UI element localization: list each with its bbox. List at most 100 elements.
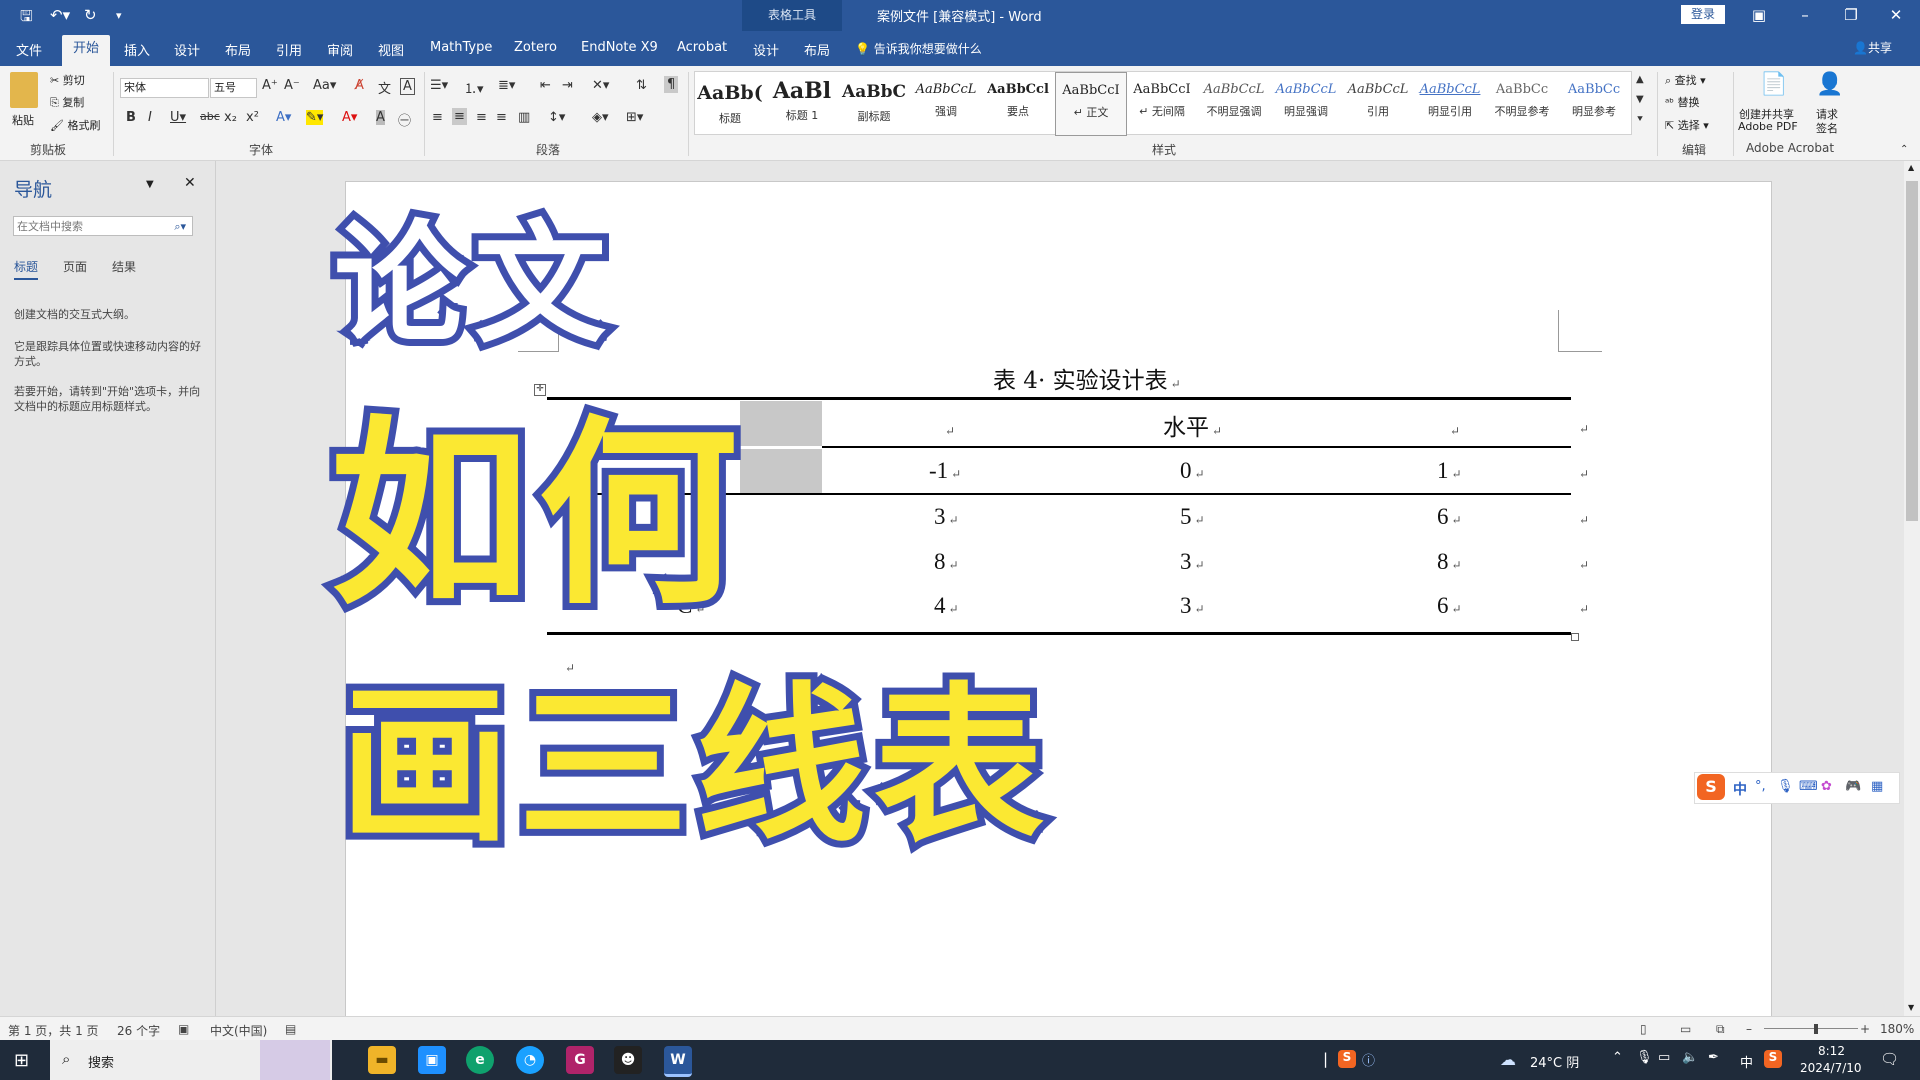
ime-toolbar[interactable]: S 中 °, 🎙 ⌨ ✿ 🎮 ▦: [1694, 772, 1900, 804]
enclose-char-icon[interactable]: ㊀: [398, 110, 411, 129]
undo-icon[interactable]: ↶▾: [50, 6, 70, 24]
char-shading-icon[interactable]: A: [376, 110, 385, 125]
tab-review[interactable]: 审阅: [327, 40, 353, 59]
nav-tab-headings[interactable]: 标题: [14, 258, 39, 280]
replace-button[interactable]: ᵃᵇ 替换: [1665, 94, 1700, 110]
read-mode-icon[interactable]: ▯: [1640, 1022, 1647, 1036]
tab-view[interactable]: 视图: [378, 40, 404, 59]
paste-icon[interactable]: [10, 72, 38, 108]
volume-icon[interactable]: 🔈: [1682, 1050, 1698, 1065]
page-count[interactable]: 第 1 页，共 1 页: [8, 1022, 99, 1039]
ribbon-display-icon[interactable]: ▣: [1739, 3, 1779, 27]
table-cell[interactable]: 1 ↵: [1437, 458, 1462, 484]
help-tray-icon[interactable]: ⓘ: [1362, 1050, 1375, 1069]
scroll-thumb[interactable]: [1906, 181, 1918, 521]
align-left-icon[interactable]: ≡: [432, 110, 443, 125]
scroll-down-icon[interactable]: ▼: [1636, 94, 1644, 105]
table-cell[interactable]: 6 ↵: [1437, 593, 1462, 619]
table-resize-handle-icon[interactable]: [1571, 633, 1579, 641]
table-cell[interactable]: -1 ↵: [929, 458, 961, 484]
table-cell[interactable]: 3 ↵: [934, 504, 959, 530]
clock-date[interactable]: 2024/7/10: [1800, 1061, 1862, 1075]
redo-icon[interactable]: ↻: [84, 6, 97, 24]
style-subtitle[interactable]: AaBbC 副标题: [839, 72, 909, 134]
request-sign-button-line2[interactable]: 签名: [1816, 120, 1838, 136]
login-button[interactable]: 登录: [1681, 5, 1725, 24]
copy-button[interactable]: ⎘ 复制: [50, 94, 84, 110]
align-center-icon[interactable]: ≡: [452, 108, 467, 125]
table-cell[interactable]: 6 ↵: [1437, 504, 1462, 530]
nav-tab-results[interactable]: 结果: [112, 258, 136, 275]
notification-icon[interactable]: 🗨: [1880, 1050, 1899, 1068]
tab-layout[interactable]: 布局: [225, 40, 251, 59]
tab-design[interactable]: 设计: [174, 40, 200, 59]
close-icon[interactable]: ✕: [1876, 3, 1916, 27]
nav-close-icon[interactable]: ✕: [184, 175, 196, 191]
network-icon[interactable]: ▭: [1658, 1050, 1670, 1065]
font-name-combo[interactable]: 宋体: [120, 78, 209, 98]
style-emphasis[interactable]: AaBbCcL 强调: [911, 72, 981, 134]
ime-mode-label[interactable]: 中: [1733, 779, 1747, 799]
word-icon[interactable]: W: [664, 1046, 692, 1077]
style-no-spacing[interactable]: AaBbCcI ↵ 无间隔: [1127, 72, 1197, 134]
ime-tray-label[interactable]: 中: [1740, 1052, 1753, 1071]
tab-insert[interactable]: 插入: [124, 40, 150, 59]
table-cell[interactable]: ↵: [1447, 415, 1460, 441]
tab-mathtype[interactable]: MathType: [430, 40, 492, 55]
style-intense-reference[interactable]: AaBbCc 明显参考: [1559, 72, 1629, 134]
style-title[interactable]: AaBb(标题: [695, 72, 765, 134]
pen-icon[interactable]: ✒: [1708, 1050, 1719, 1065]
clock-time[interactable]: 8:12: [1818, 1044, 1845, 1058]
create-share-pdf-button-line2[interactable]: Adobe PDF: [1738, 120, 1798, 133]
table-cell[interactable]: 8 ↵: [934, 549, 959, 575]
increase-indent-icon[interactable]: ⇥: [562, 78, 573, 93]
skin-icon[interactable]: ✿: [1821, 779, 1832, 794]
table-cell[interactable]: 4 ↵: [934, 593, 959, 619]
collapse-ribbon-icon[interactable]: ⌃: [1900, 144, 1908, 155]
shading-icon[interactable]: ◈▾: [592, 110, 609, 125]
tab-references[interactable]: 引用: [276, 40, 302, 59]
select-button[interactable]: ⇱ 选择 ▾: [1665, 117, 1709, 133]
game-icon[interactable]: 🎮: [1845, 779, 1861, 794]
table-cell[interactable]: 8 ↵: [1437, 549, 1462, 575]
word-count[interactable]: 26 个字: [117, 1022, 160, 1039]
tab-file[interactable]: 文件: [16, 40, 42, 59]
line-spacing-icon[interactable]: ↕▾: [548, 110, 565, 125]
tab-acrobat[interactable]: Acrobat: [677, 40, 727, 55]
bullets-icon[interactable]: ☰▾: [430, 78, 448, 93]
style-quote[interactable]: AaBbCcL 引用: [1343, 72, 1413, 134]
subscript-icon[interactable]: x₂: [224, 110, 237, 125]
maximize-icon[interactable]: ❐: [1831, 3, 1871, 27]
table-cell[interactable]: 0 ↵: [1180, 458, 1205, 484]
qq-icon[interactable]: ☻: [614, 1046, 642, 1074]
sort-icon[interactable]: ⇅: [636, 78, 647, 93]
decrease-indent-icon[interactable]: ⇤: [540, 78, 551, 93]
change-case-icon[interactable]: Aa▾: [313, 78, 336, 93]
font-color-icon[interactable]: A▾: [342, 110, 357, 125]
style-subtle-emphasis[interactable]: AaBbCcL 不明显强调: [1199, 72, 1269, 134]
minimize-icon[interactable]: –: [1785, 3, 1825, 27]
table-cell[interactable]: 3 ↵: [1180, 593, 1205, 619]
save-icon[interactable]: 🖫: [20, 6, 33, 31]
distributed-icon[interactable]: ▥: [518, 110, 530, 125]
find-button[interactable]: ⌕ 查找 ▾: [1665, 72, 1706, 88]
paste-button[interactable]: 粘贴: [12, 112, 34, 128]
text-effects-icon[interactable]: A▾: [276, 110, 291, 125]
superscript-icon[interactable]: x²: [246, 110, 259, 125]
cut-button[interactable]: ✂ 剪切: [50, 72, 85, 88]
justify-icon[interactable]: ≡: [496, 110, 507, 125]
zoom-in-icon[interactable]: +: [1860, 1022, 1870, 1036]
table-cell[interactable]: 水平 ↵: [1163, 408, 1222, 442]
shrink-font-icon[interactable]: A⁻: [284, 78, 300, 93]
italic-icon[interactable]: I: [148, 110, 152, 125]
multilevel-list-icon[interactable]: ≣▾: [498, 78, 515, 93]
microphone-icon[interactable]: 🎙: [1777, 779, 1794, 794]
customize-qat-icon[interactable]: ▾: [116, 9, 122, 22]
more-styles-icon[interactable]: ⯆: [1636, 114, 1644, 125]
create-pdf-icon[interactable]: 📄: [1760, 72, 1787, 97]
edge-icon[interactable]: e: [466, 1046, 494, 1074]
table-cell[interactable]: 5 ↵: [1180, 504, 1205, 530]
scroll-down-arrow-icon[interactable]: ▼: [1908, 1003, 1914, 1012]
font-size-combo[interactable]: 五号: [210, 78, 257, 98]
request-sign-icon[interactable]: 👤: [1816, 72, 1843, 97]
